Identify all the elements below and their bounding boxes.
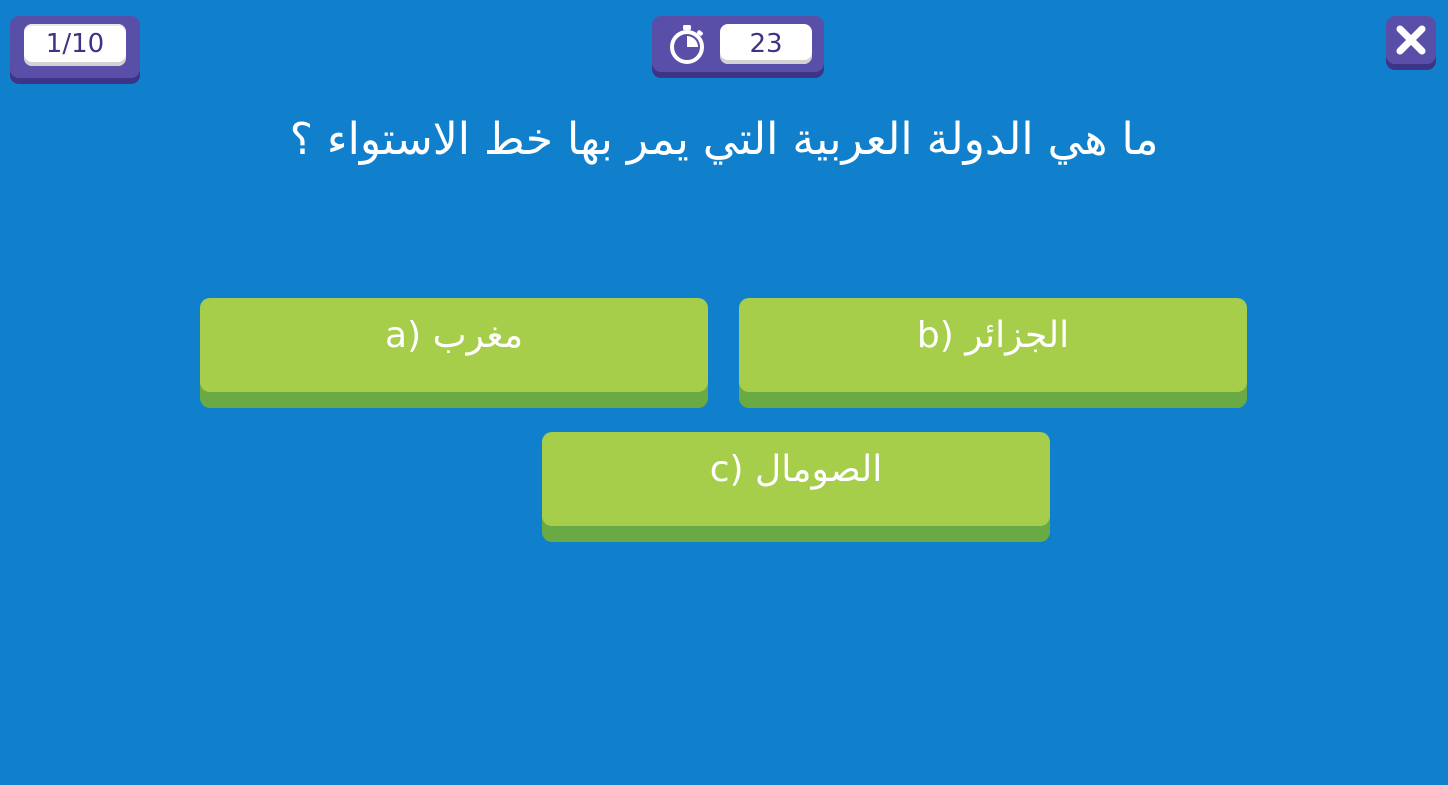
question-text: ما هي الدولة العربية التي يمر بها خط الا… xyxy=(289,114,1159,165)
answer-label-a: مغرب (a xyxy=(385,315,523,356)
question-counter-panel: 1/10 xyxy=(10,16,140,78)
stopwatch-icon xyxy=(666,23,708,65)
question-counter: 1/10 xyxy=(24,24,126,66)
close-button[interactable] xyxy=(1386,16,1436,64)
timer-panel: 23 xyxy=(652,16,824,72)
close-icon xyxy=(1396,25,1426,55)
answer-button-b[interactable]: الجزائر (b xyxy=(739,298,1247,392)
answer-button-a[interactable]: مغرب (a xyxy=(200,298,708,392)
answer-label-b: الجزائر (b xyxy=(916,315,1070,356)
answer-button-c[interactable]: الصومال (c xyxy=(542,432,1050,526)
timer-value: 23 xyxy=(720,24,812,64)
answer-label-c: الصومال (c xyxy=(709,449,883,490)
